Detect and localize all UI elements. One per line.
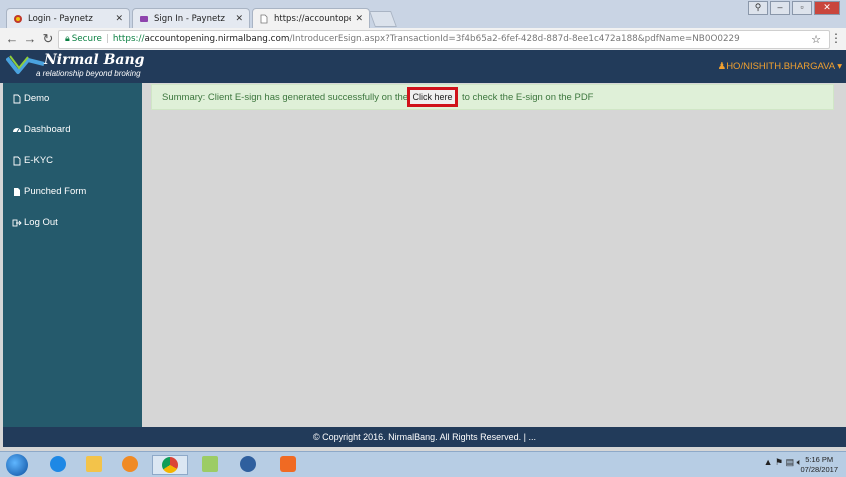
user-menu[interactable]: ♟HO/NISHITH.BHARGAVA ▾ (718, 61, 842, 72)
maximize-button[interactable]: ▫ (792, 1, 812, 15)
dashboard-icon (13, 127, 21, 132)
username: HO/NISHITH.BHARGAVA (726, 61, 835, 72)
brand-name: Nirmal Bang (44, 52, 145, 68)
main-content (142, 83, 846, 427)
paynetz-favicon-icon (140, 15, 148, 22)
close-tab-icon[interactable]: ✕ (235, 14, 243, 24)
site-footer: © Copyright 2016. NirmalBang. All Rights… (3, 427, 846, 447)
forward-arrow-icon[interactable]: → (22, 31, 38, 47)
caret-down-icon: ▾ (837, 61, 842, 72)
alert-summary-text: Summary: Client E-sign has generated suc… (162, 92, 427, 103)
logout-icon (12, 219, 22, 226)
clock-date: 07/28/2017 (800, 465, 838, 474)
clock-time: 5:16 PM (805, 455, 834, 464)
taskbar: ▲ ⚑ ▤ 🔈︎ 5:16 PM 07/28/2017 (0, 451, 846, 477)
file-explorer-icon[interactable] (76, 455, 112, 475)
address-bar[interactable]: 🔒︎ Secure | https://accountopening.nirmalba… (58, 30, 830, 49)
minimize-button[interactable]: – (770, 1, 790, 15)
sidebar-item-label: Punched Form (24, 186, 87, 197)
url-host: accountopening.nirmalbang.com (144, 34, 290, 44)
back-arrow-icon[interactable]: ← (4, 31, 20, 47)
start-button[interactable] (6, 454, 28, 476)
sidebar-item-label: Log Out (24, 217, 58, 228)
alert-followup-text: to check the E-sign on the PDF (462, 92, 594, 103)
menu-kebab-icon[interactable]: ⋮ (830, 31, 842, 45)
bookmark-star-icon[interactable]: ☆ (811, 31, 821, 48)
brand-tagline: a relationship beyond broking (36, 69, 141, 78)
url-path: /IntroducerEsign.aspx?TransactionId=3f4b… (289, 34, 740, 44)
close-window-button[interactable]: ✕ (814, 1, 840, 15)
reload-icon[interactable]: ↻ (40, 31, 56, 47)
sidebar-item-label: Demo (24, 93, 50, 104)
system-tray[interactable]: ▲ ⚑ ▤ 🔈︎ (764, 457, 802, 468)
sidebar: Demo Dashboard E-KYC Punched Form Log Ou… (3, 83, 142, 427)
sidebar-item-dashboard[interactable]: Dashboard (12, 124, 70, 135)
nirmal-bang-logo[interactable]: Nirmal Bang a relationship beyond brokin… (6, 52, 146, 82)
close-tab-icon[interactable]: ✕ (355, 14, 363, 24)
sidebar-item-ekyc[interactable]: E-KYC (12, 155, 53, 166)
tab-login-paynetz[interactable]: Login - Paynetz ✕ (6, 8, 130, 28)
chrome-icon[interactable] (152, 455, 188, 475)
window-controls: ⚲ – ▫ ✕ (748, 1, 840, 15)
url-protocol: https:// (112, 34, 145, 44)
folder-icon[interactable] (192, 455, 228, 475)
tab-label: Sign In - Paynetz (154, 13, 226, 24)
sidebar-item-log-out[interactable]: Log Out (12, 217, 58, 228)
user-icon: ♟ (717, 61, 727, 72)
taskbar-clock[interactable]: 5:16 PM 07/28/2017 (800, 455, 838, 475)
page-icon (260, 14, 268, 24)
sidebar-item-demo[interactable]: Demo (12, 93, 49, 104)
paynetz-favicon-icon (14, 14, 22, 23)
tab-account-opening[interactable]: https://accountopening.n ✕ (252, 8, 370, 29)
secure-label: Secure (71, 34, 102, 44)
sidebar-item-punched-form[interactable]: Punched Form (12, 186, 86, 197)
presentation-app-icon[interactable] (270, 455, 306, 475)
click-here-button[interactable]: Click here (407, 87, 458, 107)
sidebar-item-label: Dashboard (24, 124, 71, 135)
tab-sign-in-paynetz[interactable]: Sign In - Paynetz ✕ (132, 8, 250, 28)
file-icon (13, 156, 21, 165)
file-icon (13, 94, 21, 103)
browser-toolbar: ← → ↻ 🔒︎ Secure | https://accountopening.ni… (0, 28, 846, 51)
separator: | (105, 34, 109, 44)
lock-icon: 🔒︎ (65, 34, 70, 44)
success-alert: Summary: Client E-sign has generated suc… (151, 84, 834, 110)
file-filled-icon (14, 187, 20, 196)
new-tab-button[interactable] (369, 11, 397, 27)
browser-tabstrip: Login - Paynetz ✕ Sign In - Paynetz ✕ ht… (0, 0, 846, 29)
thunderbird-icon[interactable] (230, 455, 266, 475)
internet-explorer-icon[interactable] (40, 455, 76, 475)
tab-label: Login - Paynetz (28, 13, 93, 24)
media-player-icon[interactable] (112, 455, 148, 475)
sidebar-item-label: E-KYC (24, 155, 54, 166)
close-tab-icon[interactable]: ✕ (115, 14, 123, 24)
user-icon[interactable]: ⚲ (748, 1, 768, 15)
copyright-text: © Copyright 2016. NirmalBang. All Rights… (312, 432, 537, 442)
tab-label: https://accountopening.n (274, 14, 352, 24)
